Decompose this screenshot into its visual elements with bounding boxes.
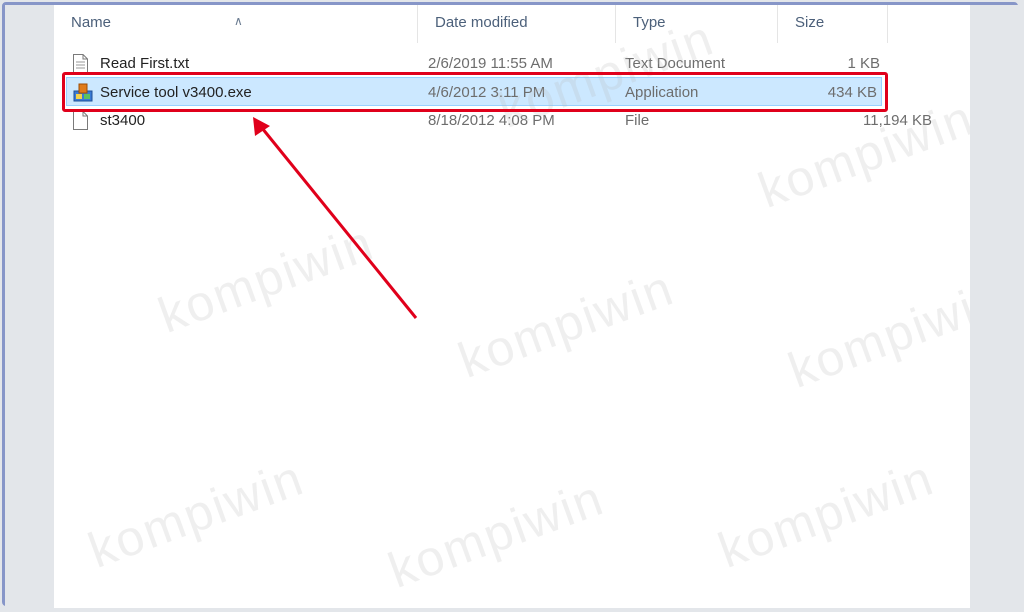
- column-header-type[interactable]: Type: [616, 5, 778, 43]
- column-header-name-label: Name: [71, 14, 112, 31]
- watermark-text: kompiwin: [151, 214, 382, 344]
- file-size: 11,194 KB: [863, 112, 932, 129]
- column-header-date-label: Date modified: [435, 14, 528, 31]
- column-header-type-label: Type: [633, 14, 666, 31]
- text-file-icon: [73, 54, 88, 73]
- left-gutter: [5, 5, 54, 607]
- file-type: Application: [625, 84, 699, 101]
- watermark-text: kompiwin: [81, 449, 312, 579]
- file-date: 2/6/2019 11:55 AM: [428, 55, 553, 72]
- file-row-st3400[interactable]: st3400 8/18/2012 4:08 PM File 11,194 KB: [54, 106, 970, 135]
- file-type: Text Document: [625, 55, 726, 72]
- file-explorer-window: Name ∧ Date modified Type Size Read Firs…: [54, 5, 970, 608]
- right-gutter: [970, 5, 1019, 607]
- file-row-service-tool[interactable]: Service tool v3400.exe 4/6/2012 3:11 PM …: [66, 77, 882, 106]
- application-icon: [73, 83, 93, 102]
- watermark-text: kompiwin: [711, 449, 942, 579]
- file-type: File: [625, 112, 650, 129]
- watermark-text: kompiwin: [381, 469, 612, 599]
- column-header-name[interactable]: Name ∧: [54, 5, 418, 43]
- column-header-date-modified[interactable]: Date modified: [418, 5, 616, 43]
- column-header-size-label: Size: [795, 14, 825, 31]
- file-size: 434 KB: [827, 84, 877, 101]
- watermark-text: kompiwin: [781, 269, 970, 399]
- column-header-row: Name ∧ Date modified Type Size: [54, 5, 970, 43]
- file-size: 1 KB: [847, 55, 880, 72]
- file-date: 4/6/2012 3:11 PM: [428, 84, 546, 101]
- sort-ascending-icon: ∧: [234, 14, 243, 28]
- file-name: Service tool v3400.exe: [100, 84, 252, 101]
- file-name: Read First.txt: [100, 55, 190, 72]
- file-date: 8/18/2012 4:08 PM: [428, 112, 555, 129]
- file-name: st3400: [100, 112, 146, 129]
- watermark-text: kompiwin: [451, 259, 682, 389]
- file-row-read-first[interactable]: Read First.txt 2/6/2019 11:55 AM Text Do…: [54, 49, 970, 78]
- column-header-size[interactable]: Size: [778, 5, 888, 43]
- blank-file-icon: [73, 111, 88, 130]
